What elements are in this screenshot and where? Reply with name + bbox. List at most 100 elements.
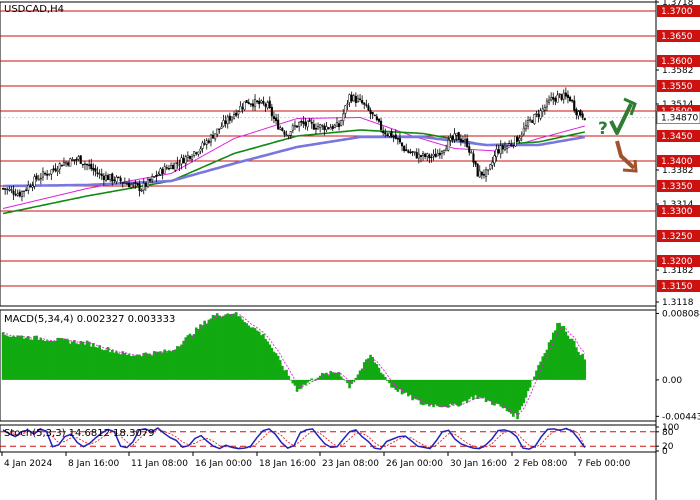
- candle-body: [281, 128, 284, 131]
- candle-body: [459, 138, 462, 142]
- candle-body: [56, 169, 59, 173]
- candle-body: [272, 116, 275, 119]
- candle-body: [350, 94, 353, 102]
- candle-body: [140, 190, 143, 192]
- candle-body: [298, 122, 301, 127]
- candle-body: [277, 119, 280, 130]
- candle-body: [199, 148, 202, 152]
- candle-body: [113, 179, 116, 182]
- candle-body: [554, 98, 557, 102]
- candle-body: [482, 173, 485, 176]
- candle-body: [287, 135, 290, 137]
- candle-body: [165, 167, 168, 169]
- candle-body: [541, 108, 544, 112]
- candle-body: [388, 132, 391, 137]
- candle-body: [37, 179, 40, 181]
- time-axis-label: 30 Jan 16:00: [450, 459, 507, 469]
- candle-body: [12, 190, 15, 195]
- candle-body: [333, 124, 336, 128]
- candle-body: [153, 176, 156, 178]
- candle-body: [31, 185, 34, 188]
- candle-body: [136, 183, 139, 185]
- candle-body: [260, 100, 263, 104]
- candle-body: [23, 190, 26, 192]
- candle-body: [214, 133, 217, 140]
- candle-body: [100, 173, 103, 176]
- candle-body: [346, 103, 349, 105]
- candle-body: [306, 120, 309, 128]
- candle-body: [77, 156, 80, 160]
- candle-body: [470, 152, 473, 154]
- level-label: 1.3300: [661, 207, 693, 217]
- candle-body: [382, 130, 385, 134]
- candle-body: [464, 139, 467, 142]
- candle-body: [222, 120, 225, 127]
- candle-body: [289, 131, 292, 136]
- candle-body: [54, 168, 57, 171]
- candle-body: [436, 153, 439, 157]
- candle-body: [495, 148, 498, 158]
- time-axis-label: 2 Feb 08:00: [514, 459, 568, 469]
- candle-body: [569, 96, 572, 102]
- candle-body: [562, 92, 565, 100]
- candle-body: [125, 183, 129, 185]
- candle-body: [344, 105, 347, 114]
- candle-body: [371, 112, 374, 115]
- candle-body: [262, 101, 265, 104]
- candle-body: [310, 121, 313, 124]
- candle-body: [449, 137, 452, 141]
- candle-body: [422, 153, 425, 156]
- candle-body: [144, 182, 147, 187]
- candle-body: [327, 127, 330, 129]
- moving-average-line: [2, 129, 585, 215]
- candle-body: [583, 118, 586, 121]
- macd-title: MACD(5,34,4) 0.002327 0.003333: [4, 314, 175, 325]
- candle-body: [478, 170, 481, 178]
- candle-body: [104, 175, 108, 182]
- current-price-label: 1.34870: [661, 114, 698, 124]
- candle-body: [111, 173, 114, 182]
- time-axis-label: 11 Jan 08:00: [131, 459, 188, 469]
- candle-body: [529, 119, 532, 121]
- candle-body: [159, 168, 162, 175]
- candle-body: [130, 184, 133, 188]
- down-arrow-icon: [615, 140, 636, 170]
- candle-body: [403, 146, 406, 151]
- up-arrow-icon: [609, 103, 633, 135]
- candle-body: [560, 94, 563, 100]
- macd-bar: [528, 379, 532, 388]
- candle-body: [256, 100, 259, 103]
- candle-body: [325, 126, 328, 131]
- candle-body: [575, 109, 578, 116]
- candle-body: [581, 113, 584, 118]
- candle-body: [356, 98, 359, 103]
- candle-body: [503, 146, 506, 151]
- candle-body: [176, 162, 179, 164]
- candle-body: [409, 151, 412, 154]
- candle-body: [520, 134, 523, 138]
- candle-body: [398, 138, 401, 143]
- candle-body: [167, 167, 170, 170]
- candle-body: [52, 168, 55, 170]
- candle-body: [268, 100, 271, 108]
- candle-body: [348, 94, 351, 103]
- candle-body: [98, 173, 101, 175]
- candle-body: [510, 144, 513, 146]
- time-axis-label: 26 Jan 00:00: [386, 459, 443, 469]
- candle-body: [163, 166, 166, 174]
- candle-body: [487, 169, 490, 171]
- time-axis: 4 Jan 2024 8 Jan 16:00 11 Jan 08:00 16 Jan …: [1, 452, 631, 469]
- price-axis-label: 1.3182: [662, 266, 694, 276]
- candle-body: [132, 183, 135, 185]
- candle-body: [308, 119, 311, 122]
- candle-body: [27, 184, 30, 191]
- candle-body: [329, 127, 332, 130]
- candle-body: [283, 131, 286, 135]
- candle-body: [35, 175, 38, 180]
- candle-body: [321, 125, 324, 127]
- level-label: 1.3600: [661, 57, 693, 67]
- candle-body: [109, 174, 112, 181]
- macd-bar: [308, 379, 311, 382]
- candle-body: [20, 190, 23, 197]
- candle-body: [497, 149, 500, 154]
